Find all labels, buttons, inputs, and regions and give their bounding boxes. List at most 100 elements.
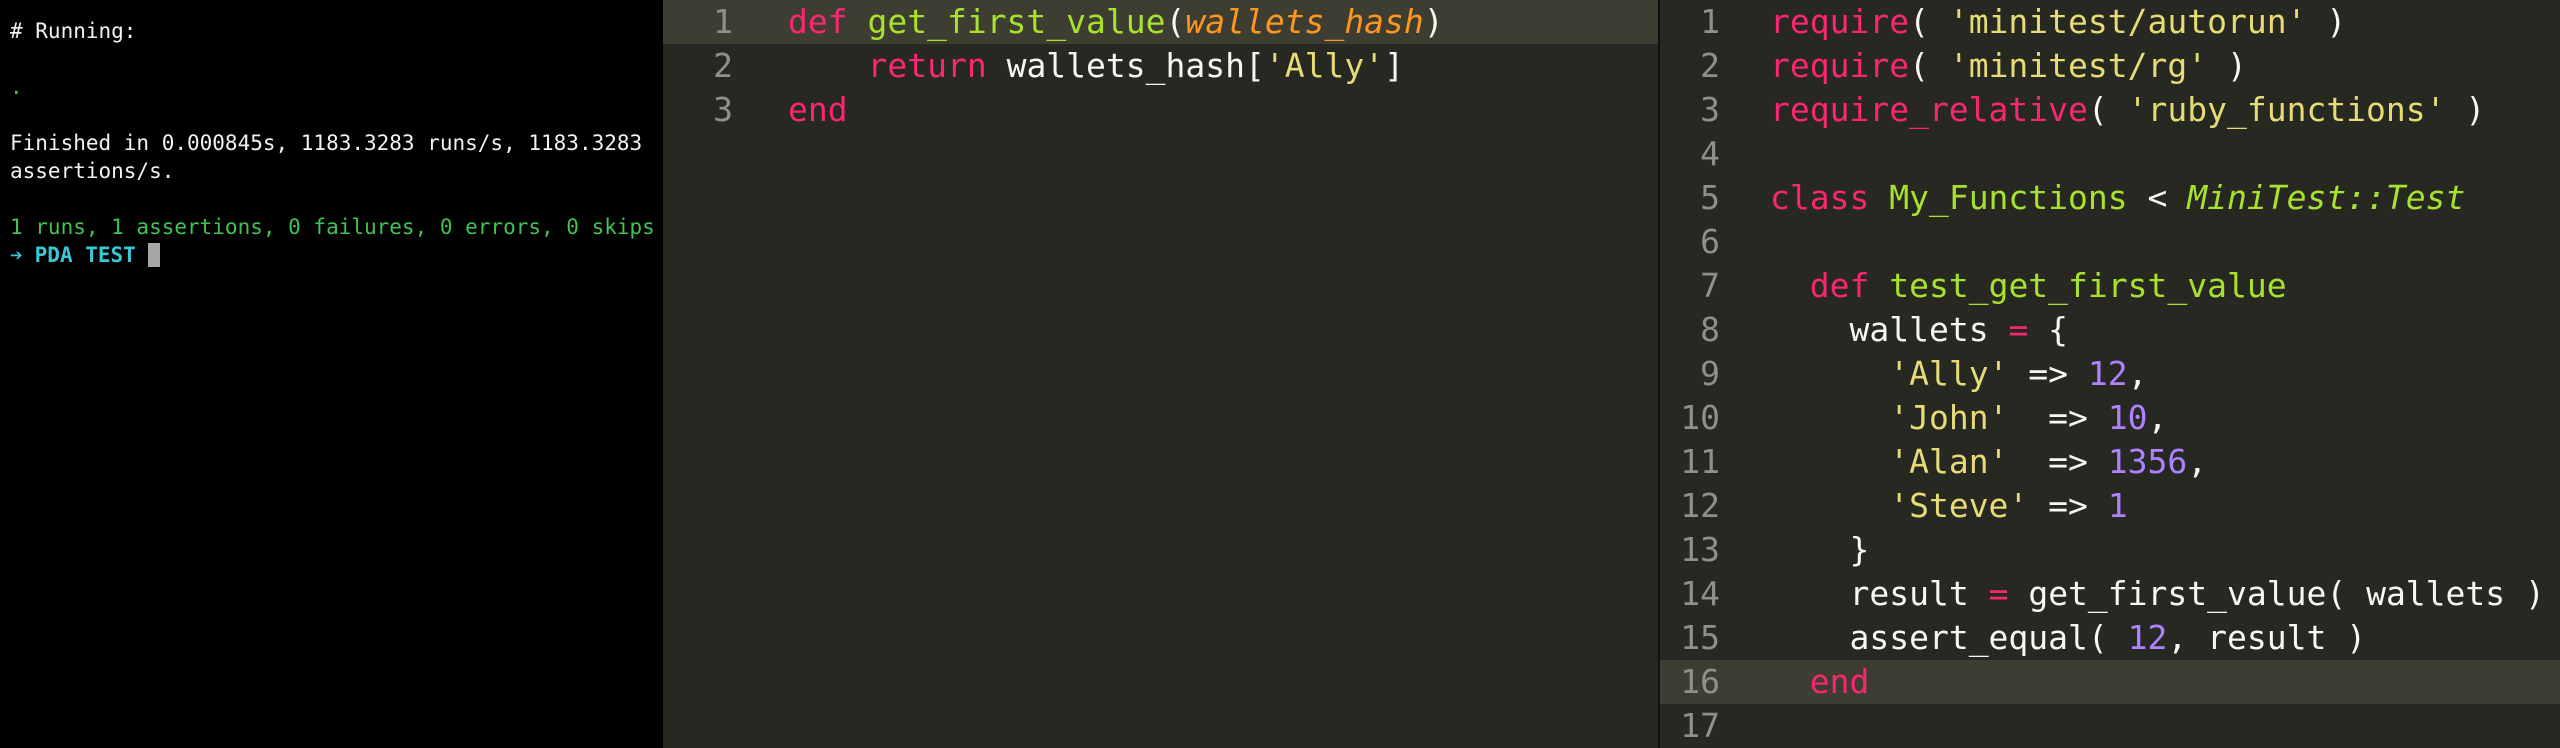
terminal-blank — [10, 45, 663, 73]
hash-arrow: => — [2028, 486, 2108, 525]
code-text: return wallets_hash['Ally'] — [741, 44, 1404, 88]
code-line[interactable]: 9 'Ally' => 12, — [1660, 352, 2560, 396]
paren: ) — [2445, 90, 2486, 129]
terminal-progress-dot: . — [10, 75, 23, 99]
string-literal: 'minitest/rg' — [1948, 46, 2208, 85]
hash-arrow: => — [2008, 398, 2108, 437]
code-text: 'John' => 10, — [1728, 396, 2167, 440]
code-line[interactable]: 3 end — [663, 88, 1658, 132]
expression: , result ) — [2167, 618, 2367, 657]
code-line[interactable]: 14 result = get_first_value( wallets ) — [1660, 572, 2560, 616]
code-text: 'Ally' => 12, — [1728, 352, 2148, 396]
comma: , — [2127, 354, 2148, 393]
editor-specs[interactable]: 1 require( 'minitest/autorun' ) 2 requir… — [1660, 0, 2560, 748]
code-line[interactable]: 1 require( 'minitest/autorun' ) — [1660, 0, 2560, 44]
code-text: def test_get_first_value — [1728, 264, 2287, 308]
code-line[interactable]: 17 — [1660, 704, 2560, 748]
paren: ( — [1909, 46, 1949, 85]
keyword-def: def — [788, 2, 848, 41]
code-line[interactable]: 11 'Alan' => 1356, — [1660, 440, 2560, 484]
keyword-require: require — [1770, 2, 1910, 41]
code-line[interactable]: 1 def get_first_value(wallets_hash) — [663, 0, 1658, 44]
paren: ) — [2207, 46, 2247, 85]
operator: = — [2008, 310, 2029, 349]
line-number: 12 — [1680, 486, 1720, 525]
function-name: get_first_value — [867, 2, 1166, 41]
line-number: 4 — [1700, 134, 1720, 173]
string-literal: 'Steve' — [1889, 486, 2029, 525]
code-line[interactable]: 12 'Steve' => 1 — [1660, 484, 2560, 528]
keyword-return: return — [867, 46, 987, 85]
line-number: 3 — [1700, 90, 1720, 129]
code-text: end — [1728, 660, 1870, 704]
code-line[interactable]: 10 'John' => 10, — [1660, 396, 2560, 440]
code-line[interactable]: 3 require_relative( 'ruby_functions' ) — [1660, 88, 2560, 132]
line-number: 5 — [1700, 178, 1720, 217]
string-literal: 'minitest/autorun' — [1948, 2, 2307, 41]
brace: { — [2028, 310, 2069, 349]
line-number: 1 — [1700, 2, 1720, 41]
prompt-arrow-icon: ➔ — [10, 243, 23, 267]
keyword-class: class — [1770, 178, 1870, 217]
code-line[interactable]: 2 require( 'minitest/rg' ) — [1660, 44, 2560, 88]
string-literal: 'Ally' — [1264, 46, 1385, 85]
line-number: 3 — [713, 90, 733, 129]
terminal-finished-line: Finished in 0.000845s, 1183.3283 runs/s,… — [10, 131, 655, 183]
code-text: require( 'minitest/autorun' ) — [1728, 0, 2346, 44]
parameter: wallets_hash — [1185, 2, 1424, 41]
code-text: assert_equal( 12, result ) — [1728, 616, 2366, 660]
terminal-running-line: # Running: — [10, 19, 137, 43]
terminal-cursor — [147, 243, 160, 267]
code-line[interactable]: 2 return wallets_hash['Ally'] — [663, 44, 1658, 88]
code-line[interactable]: 7 def test_get_first_value — [1660, 264, 2560, 308]
code-text: } — [1728, 528, 1869, 572]
keyword-def: def — [1809, 266, 1870, 305]
number-literal: 1 — [2107, 486, 2128, 525]
code-line[interactable]: 13 } — [1660, 528, 2560, 572]
paren: ( — [1909, 2, 1949, 41]
line-number: 16 — [1680, 662, 1720, 701]
code-line[interactable]: 15 assert_equal( 12, result ) — [1660, 616, 2560, 660]
code-line[interactable]: 8 wallets = { — [1660, 308, 2560, 352]
line-number: 15 — [1680, 618, 1720, 657]
line-number: 10 — [1680, 398, 1720, 437]
number-literal: 12 — [2127, 618, 2168, 657]
expression: ] — [1384, 46, 1404, 85]
operator: = — [1988, 574, 2009, 613]
function-call: assert_equal( — [1849, 618, 2128, 657]
code-line[interactable]: 6 — [1660, 220, 2560, 264]
code-text: 'Steve' => 1 — [1728, 484, 2128, 528]
code-line[interactable]: 4 — [1660, 132, 2560, 176]
terminal-prompt[interactable]: ➔ PDA TEST — [10, 241, 663, 269]
code-text: class My_Functions < MiniTest::Test — [1728, 176, 2465, 220]
line-number: 8 — [1700, 310, 1720, 349]
line-number: 17 — [1680, 706, 1720, 745]
prompt-directory: PDA TEST — [34, 243, 136, 267]
paren: ( — [2087, 90, 2128, 129]
terminal-summary-line: 1 runs, 1 assertions, 0 failures, 0 erro… — [10, 215, 655, 239]
terminal-blank — [10, 185, 663, 213]
number-literal: 12 — [2087, 354, 2128, 393]
code-text: wallets = { — [1728, 308, 2068, 352]
terminal-pane[interactable]: # Running: . Finished in 0.000845s, 1183… — [0, 0, 663, 748]
line-number: 2 — [1700, 46, 1720, 85]
line-number: 9 — [1700, 354, 1720, 393]
code-text: require_relative( 'ruby_functions' ) — [1728, 88, 2485, 132]
line-number: 6 — [1700, 222, 1720, 261]
comma: , — [2187, 442, 2208, 481]
code-line[interactable]: 5 class My_Functions < MiniTest::Test — [1660, 176, 2560, 220]
editor-ruby-functions[interactable]: 1 def get_first_value(wallets_hash) 2 re… — [663, 0, 1658, 748]
line-number: 14 — [1680, 574, 1720, 613]
code-text: 'Alan' => 1356, — [1728, 440, 2207, 484]
operator: < — [2127, 178, 2188, 217]
string-literal: 'John' — [1889, 398, 2009, 437]
keyword-require: require — [1770, 46, 1910, 85]
class-name: My_Functions — [1889, 178, 2128, 217]
code-text: def get_first_value(wallets_hash) — [741, 0, 1444, 44]
line-number: 2 — [713, 46, 733, 85]
code-line-current[interactable]: 16 end — [1660, 660, 2560, 704]
keyword-require-relative: require_relative — [1770, 90, 2088, 129]
code-text: require( 'minitest/rg' ) — [1728, 44, 2247, 88]
line-number: 11 — [1680, 442, 1720, 481]
